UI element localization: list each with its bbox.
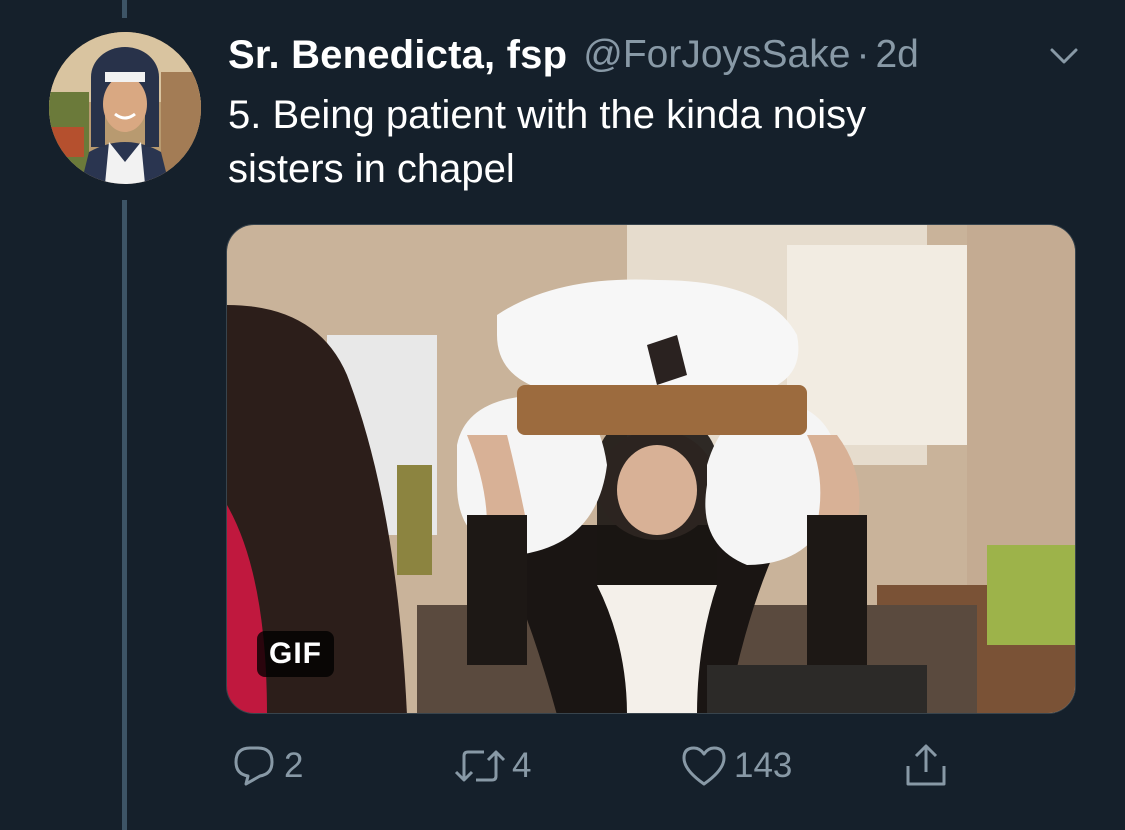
reply-count: 2	[284, 746, 304, 785]
tweet-actions: 2 4 143	[0, 738, 1125, 794]
tweet-text: 5. Being patient with the kinda noisy si…	[228, 88, 1048, 196]
retweet-count: 4	[512, 746, 532, 785]
tweet-header: Sr. Benedicta, fsp @ForJoysSake · 2d	[228, 30, 919, 80]
thread-line	[122, 200, 127, 830]
reply-button[interactable]: 2	[228, 738, 303, 794]
retweet-icon	[452, 740, 508, 792]
separator-dot: ·	[856, 33, 870, 76]
share-button[interactable]	[900, 738, 952, 794]
tweet-text-line: 5. Being patient with the kinda noisy	[228, 93, 867, 137]
like-button[interactable]: 143	[678, 738, 792, 794]
reply-icon	[228, 740, 280, 792]
display-name[interactable]: Sr. Benedicta, fsp	[228, 33, 567, 78]
like-count: 143	[734, 746, 793, 785]
gif-badge: GIF	[257, 631, 334, 677]
thread-line	[122, 0, 127, 18]
gif-media[interactable]: GIF	[226, 224, 1076, 714]
heart-icon	[678, 740, 730, 792]
tweet-page: Sr. Benedicta, fsp @ForJoysSake · 2d 5. …	[0, 0, 1125, 830]
tweet-text-line: sisters in chapel	[228, 147, 515, 191]
timestamp[interactable]: 2d	[875, 33, 918, 77]
retweet-button[interactable]: 4	[452, 738, 531, 794]
user-handle[interactable]: @ForJoysSake	[583, 33, 850, 77]
share-icon	[900, 740, 952, 792]
avatar[interactable]	[49, 32, 201, 184]
chevron-down-icon[interactable]	[1044, 36, 1084, 76]
